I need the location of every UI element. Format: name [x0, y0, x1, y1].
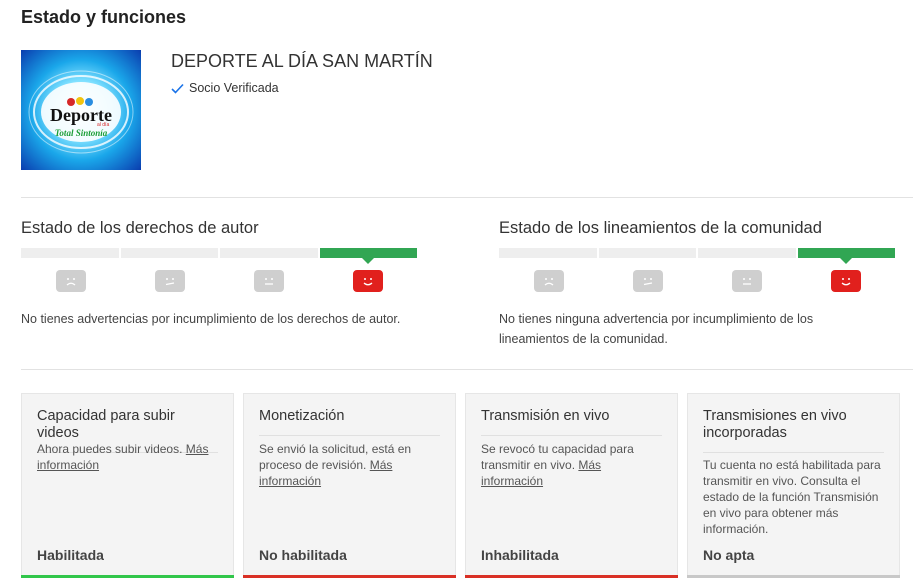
card-title: Transmisión en vivo [481, 408, 662, 436]
channel-name: DEPORTE AL DÍA SAN MARTÍN [171, 51, 433, 71]
status-segment-active [319, 248, 417, 264]
copyright-status-bar [21, 248, 417, 264]
card-body: Se revocó tu capacidad para transmitir e… [481, 441, 663, 489]
happy-face-icon [352, 270, 383, 292]
logo-main-text: Deporte [50, 105, 112, 125]
verified-status: Socio Verificada [171, 81, 279, 95]
divider [21, 369, 913, 370]
divider [21, 197, 913, 198]
card-body: Ahora puedes subir videos. Más informaci… [37, 441, 219, 473]
status-segment [499, 248, 597, 258]
neutral-face-icon [253, 270, 284, 292]
feature-card-upload: Capacidad para subir videos Ahora puedes… [21, 393, 234, 578]
unsure-face-icon [154, 270, 185, 292]
community-description-line: lineamientos de la comunidad. [499, 332, 668, 346]
logo-tagline: Total Sintonía [54, 128, 108, 138]
sad-face-icon [533, 270, 564, 292]
status-strip [21, 575, 234, 578]
happy-face-icon [830, 270, 861, 292]
card-title: Transmisiones en vivo incorporadas [703, 408, 884, 453]
feature-cards: Capacidad para subir videos Ahora puedes… [21, 393, 907, 578]
card-body-text: Tu cuenta no está habilitada para transm… [703, 458, 881, 536]
status-segment [120, 248, 218, 258]
community-status-faces [499, 270, 895, 294]
community-description-line: No tienes ninguna advertencia por incump… [499, 312, 814, 326]
copyright-status-description: No tienes advertencias por incumplimient… [21, 312, 401, 326]
feature-card-live-streaming: Transmisión en vivo Se revocó tu capacid… [465, 393, 678, 578]
neutral-face-icon [731, 270, 762, 292]
verified-label: Socio Verificada [189, 81, 279, 95]
card-body: Se envió la solicitud, está en proceso d… [259, 441, 441, 489]
card-body-text: Se revocó tu capacidad para transmitir e… [481, 442, 634, 472]
channel-logo: Deporte al día Total Sintonía [21, 50, 141, 170]
status-segment [220, 248, 318, 258]
copyright-status-title: Estado de los derechos de autor [21, 219, 259, 237]
status-segment-active [797, 248, 895, 264]
status-strip [243, 575, 456, 578]
sad-face-icon [55, 270, 86, 292]
community-status-bar [499, 248, 895, 264]
page-title: Estado y funciones [21, 7, 187, 27]
status-segment [21, 248, 119, 258]
card-title: Monetización [259, 408, 440, 436]
card-status: No habilitada [259, 547, 347, 563]
card-status: Habilitada [37, 547, 104, 563]
card-status: Inhabilitada [481, 547, 559, 563]
unsure-face-icon [632, 270, 663, 292]
status-strip [687, 575, 900, 578]
checkmark-icon [171, 83, 184, 94]
feature-card-embedded-live: Transmisiones en vivo incorporadas Tu cu… [687, 393, 900, 578]
status-strip [465, 575, 678, 578]
community-status-description: No tienes ninguna advertencia por incump… [499, 309, 813, 349]
feature-card-monetization: Monetización Se envió la solicitud, está… [243, 393, 456, 578]
status-segment [598, 248, 696, 258]
card-status: No apta [703, 547, 755, 563]
community-status-title: Estado de los lineamientos de la comunid… [499, 219, 822, 237]
copyright-status-faces [21, 270, 417, 294]
status-segment [698, 248, 796, 258]
card-body-text: Ahora puedes subir videos. [37, 442, 183, 456]
card-body: Tu cuenta no está habilitada para transm… [703, 457, 885, 537]
